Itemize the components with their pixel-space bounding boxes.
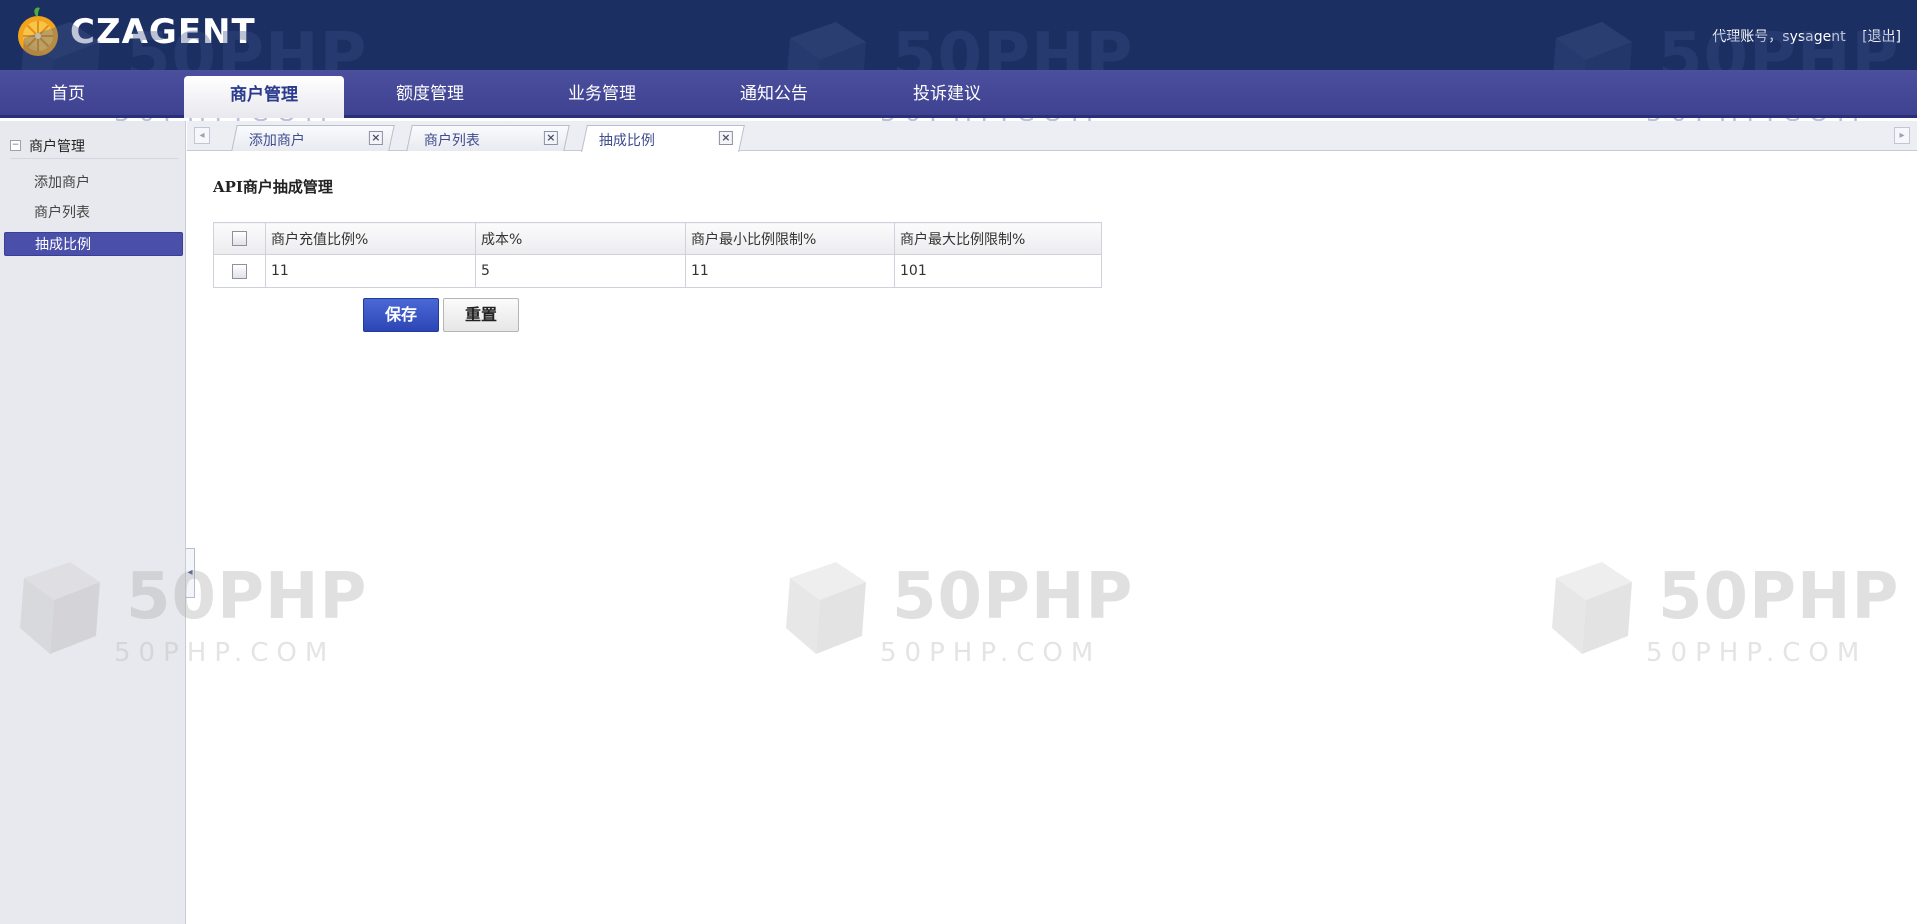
tab-strip: ◂ 添加商户 × 商户列表 × 抽成比例 × ▸ [187,121,1917,152]
nav-notices[interactable]: 通知公告 [694,70,854,118]
brand-logo[interactable]: CZAGENT [12,4,256,60]
sidebar: − 商户管理 添加商户 商户列表 抽成比例 [0,121,186,924]
brand-name: CZAGENT [70,12,256,52]
watermark-subtext: 50PHP.COM [1646,638,1868,668]
sidebar-group-merchant[interactable]: − 商户管理 [10,133,178,159]
commission-table: 商户充值比例% 成本% 商户最小比例限制% 商户最大比例限制% 11 5 11 … [213,222,1102,288]
row-select-cell [213,254,266,288]
collapse-toggle-icon[interactable]: − [10,140,21,151]
table-header-row: 商户充值比例% 成本% 商户最小比例限制% 商户最大比例限制% [213,222,1102,255]
tab-add-merchant[interactable]: 添加商户 × [231,125,395,151]
orange-logo-icon [18,7,58,56]
reset-button[interactable]: 重置 [443,298,519,332]
watermark: 50PHP 50PHP.COM [1532,540,1898,675]
table-row: 11 5 11 101 [213,254,1102,288]
sidebar-group-label: 商户管理 [29,138,85,155]
watermark-text: 50PHP [892,560,1134,634]
top-header: CZAGENT 代理账号，sysagent [退出] [0,0,1917,70]
tab-label: 添加商户 [248,133,305,149]
recharge-ratio-cell[interactable]: 11 [265,254,476,288]
min-ratio-cell[interactable]: 11 [685,254,895,288]
save-button[interactable]: 保存 [363,298,439,332]
tab-commission-ratio[interactable]: 抽成比例 × [581,125,745,152]
max-ratio-cell[interactable]: 101 [894,254,1102,288]
user-bar: 代理账号，sysagent [退出] [1712,26,1901,46]
nav-merchant-management[interactable]: 商户管理 [184,76,344,118]
watermark: 50PHP 50PHP.COM [766,540,1132,675]
sidebar-collapse-handle[interactable]: ◂ [186,548,195,598]
select-all-checkbox[interactable] [232,231,247,246]
watermark-text: 50PHP [1658,560,1900,634]
tab-merchant-list[interactable]: 商户列表 × [406,125,570,151]
main-nav: 首页 商户管理 额度管理 业务管理 通知公告 投诉建议 [0,70,1917,118]
tab-scroll-left-icon[interactable]: ◂ [194,127,210,144]
nav-business-management[interactable]: 业务管理 [522,70,682,118]
column-header: 成本% [475,222,686,255]
column-header: 商户最大比例限制% [894,222,1102,255]
page-title: API商户抽成管理 [213,178,333,196]
select-all-cell [213,222,266,255]
sidebar-item-add-merchant[interactable]: 添加商户 [4,171,183,195]
watermark-subtext: 50PHP.COM [880,638,1102,668]
sidebar-item-merchant-list[interactable]: 商户列表 [4,201,183,225]
close-icon[interactable]: × [368,131,383,145]
close-icon[interactable]: × [718,131,733,145]
logout-link[interactable]: [退出] [1862,29,1901,45]
tab-label: 商户列表 [423,133,480,149]
column-header: 商户最小比例限制% [685,222,895,255]
nav-home[interactable]: 首页 [18,70,118,118]
cube-icon [1552,562,1632,654]
sidebar-item-commission-ratio[interactable]: 抽成比例 [4,232,183,256]
row-checkbox[interactable] [232,263,247,279]
tab-label: 抽成比例 [598,133,655,149]
tab-scroll-right-icon[interactable]: ▸ [1894,127,1910,144]
column-header: 商户充值比例% [265,222,476,255]
cost-cell[interactable]: 5 [475,254,686,288]
nav-complaints[interactable]: 投诉建议 [867,70,1027,118]
nav-quota-management[interactable]: 额度管理 [350,70,510,118]
close-icon[interactable]: × [543,131,558,145]
cube-icon [786,562,866,654]
account-label: 代理账号，sysagent [1712,29,1846,45]
